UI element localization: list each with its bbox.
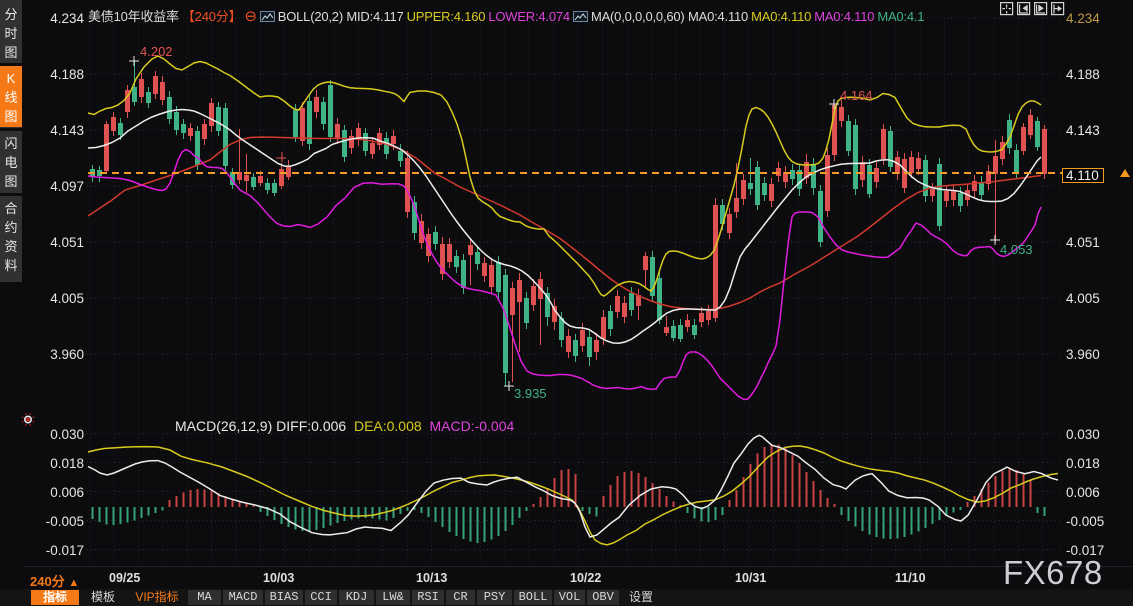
svg-text:4.164: 4.164: [840, 88, 873, 103]
svg-text:4.143: 4.143: [1066, 123, 1100, 138]
svg-text:4.110: 4.110: [1066, 168, 1099, 183]
svg-text:-0.005: -0.005: [1066, 514, 1104, 529]
svg-text:0.018: 0.018: [50, 456, 84, 471]
svg-text:3.935: 3.935: [514, 386, 547, 401]
svg-text:4.051: 4.051: [1066, 235, 1100, 250]
svg-text:4.005: 4.005: [50, 291, 84, 306]
svg-text:4.202: 4.202: [140, 44, 173, 59]
svg-text:3.960: 3.960: [50, 347, 84, 362]
svg-text:-0.005: -0.005: [46, 514, 84, 529]
svg-text:4.097: 4.097: [50, 179, 84, 194]
svg-text:4.188: 4.188: [1066, 67, 1100, 82]
svg-text:0.030: 0.030: [50, 427, 84, 442]
svg-text:4.234: 4.234: [50, 11, 84, 26]
svg-text:4.234: 4.234: [1066, 11, 1100, 26]
svg-text:3.960: 3.960: [1066, 347, 1100, 362]
svg-text:4.051: 4.051: [50, 235, 84, 250]
svg-text:-0.017: -0.017: [46, 543, 84, 558]
svg-text:0.030: 0.030: [1066, 427, 1100, 442]
svg-text:4.053: 4.053: [1000, 242, 1033, 257]
svg-text:4.188: 4.188: [50, 67, 84, 82]
svg-text:4.143: 4.143: [50, 123, 84, 138]
svg-text:0.006: 0.006: [50, 485, 84, 500]
svg-text:0.006: 0.006: [1066, 485, 1100, 500]
svg-text:0.018: 0.018: [1066, 456, 1100, 471]
svg-text:4.005: 4.005: [1066, 291, 1100, 306]
